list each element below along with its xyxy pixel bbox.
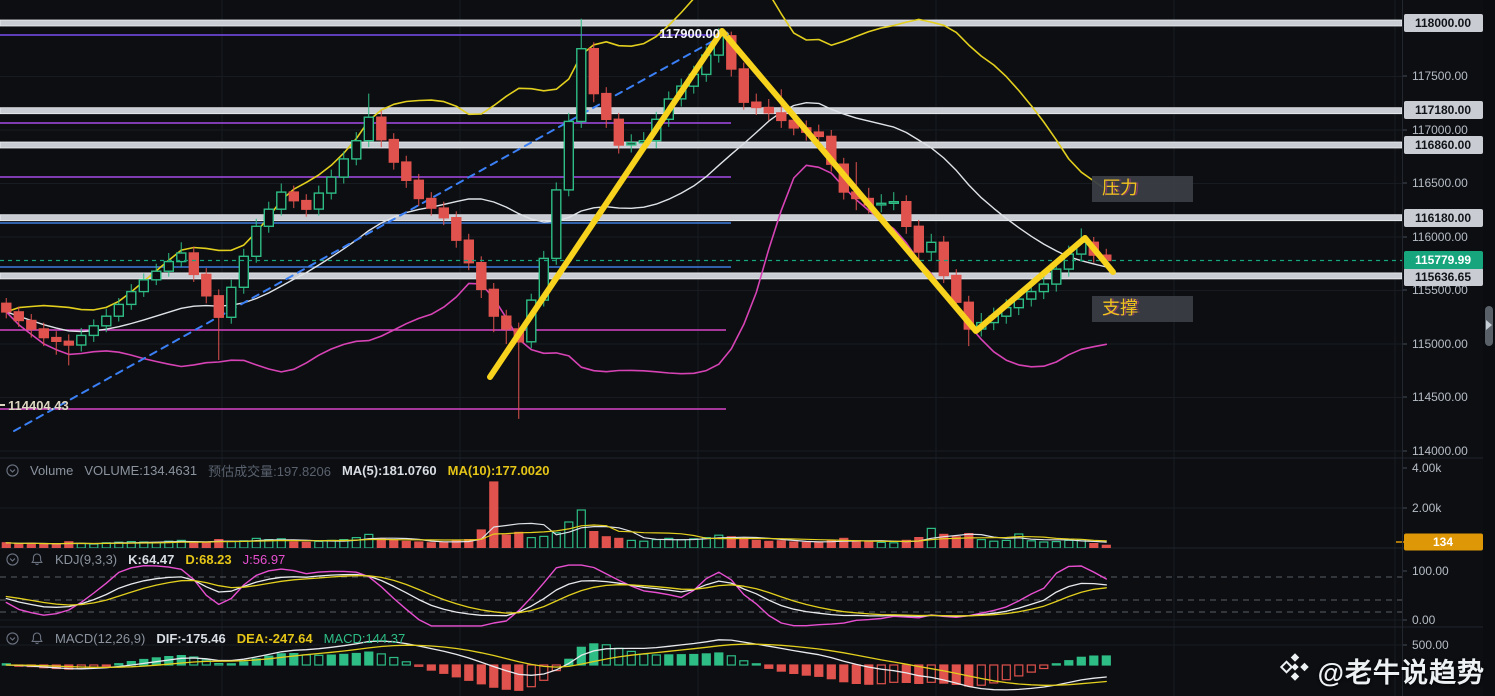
price-axis-label: 500.00: [1412, 638, 1449, 652]
kdj-j-value: J:56.97: [242, 551, 286, 567]
price-level-badge: 116180.00: [1415, 211, 1471, 225]
price-axis-label: 115000.00: [1412, 337, 1468, 351]
watermark: @老牛说趋势: [1279, 651, 1485, 690]
volume-ma5: MA(5):181.0760: [341, 462, 437, 478]
price-level-badge: 118000.00: [1415, 16, 1471, 30]
left-line-price-label: 114404.43: [8, 398, 69, 413]
macd-value: MACD:144.37: [323, 630, 406, 646]
swing-high-price-label: 117900.00: [659, 26, 720, 41]
price-level-badge: 115636.65: [1415, 270, 1471, 284]
macd-indicator-name: MACD(12,26,9): [55, 630, 146, 646]
volume-indicator-name: Volume: [30, 462, 74, 478]
kdj-indicator-name: KDJ(9,3,3): [55, 551, 118, 567]
alarm-bell-icon[interactable]: [30, 552, 44, 566]
price-axis[interactable]: 117500.00117000.00116500.00116000.001155…: [1396, 14, 1483, 652]
price-axis-label: 117000.00: [1412, 123, 1468, 137]
binance-diamond-logo-icon: [1279, 652, 1310, 689]
scrollbar-arrow-icon[interactable]: [1486, 320, 1492, 330]
current-volume-badge: 134: [1433, 535, 1453, 549]
resistance-annotation-box[interactable]: 压力: [1092, 176, 1193, 202]
chart-canvas[interactable]: 117500.00117000.00116500.00116000.001155…: [0, 0, 1495, 696]
volume-value: VOLUME:134.4631: [84, 462, 198, 478]
price-axis-label: 114500.00: [1412, 390, 1468, 404]
collapse-chevron-icon[interactable]: [5, 552, 19, 566]
price-axis-border: [1402, 0, 1403, 696]
price-axis-label: 114000.00: [1412, 444, 1468, 458]
estimated-volume: 预估成交量:197.8206: [208, 463, 331, 479]
price-axis-label: 2.00k: [1412, 501, 1442, 515]
price-level-badge: 117180.00: [1415, 103, 1471, 117]
volume-ma10: MA(10):177.0020: [447, 462, 550, 478]
price-axis-label: 117500.00: [1412, 69, 1468, 83]
collapse-chevron-icon[interactable]: [5, 463, 19, 477]
volume-pane: [1, 481, 1111, 548]
support-annotation-box[interactable]: 支撑: [1092, 296, 1193, 322]
macd-indicator-row: MACD(12,26,9) DIF:-175.46 DEA:-247.64 MA…: [5, 630, 405, 646]
macd-dif-value: DIF:-175.46: [156, 630, 226, 646]
price-level-badge: 116860.00: [1415, 138, 1471, 152]
watermark-handle: @老牛说趋势: [1317, 658, 1485, 688]
volume-indicator-row: Volume VOLUME:134.4631 预估成交量:197.8206 MA…: [5, 462, 550, 479]
alarm-bell-icon[interactable]: [30, 631, 44, 645]
swing-high-arrow-icon: ›: [726, 28, 730, 40]
vertical-scrollbar[interactable]: [1483, 0, 1495, 696]
kdj-k-value: K:64.47: [128, 551, 175, 567]
support-label: 支撑: [1102, 298, 1138, 318]
macd-dea-value: DEA:-247.64: [236, 630, 313, 646]
resistance-label: 压力: [1102, 178, 1138, 198]
kdj-d-value: D:68.23: [185, 551, 232, 567]
line-tick: [0, 404, 5, 406]
price-axis-label: 100.00: [1412, 564, 1449, 578]
price-axis-label: 4.00k: [1412, 461, 1442, 475]
price-axis-label: 0.00: [1412, 613, 1436, 627]
current-price-badge: 115779.99: [1415, 253, 1471, 267]
kdj-pane: [0, 564, 1402, 627]
collapse-chevron-icon[interactable]: [5, 631, 19, 645]
trendline-drawing: [13, 35, 723, 432]
kdj-indicator-row: KDJ(9,3,3) K:64.47 D:68.23 J:56.97: [5, 551, 285, 567]
price-axis-label: 116500.00: [1412, 176, 1468, 190]
trading-chart-app: 117500.00 117000.00 116500.00 116000.00 1155…: [0, 0, 1495, 696]
price-axis-label: 116000.00: [1412, 230, 1468, 244]
macd-pane: [1, 639, 1111, 691]
